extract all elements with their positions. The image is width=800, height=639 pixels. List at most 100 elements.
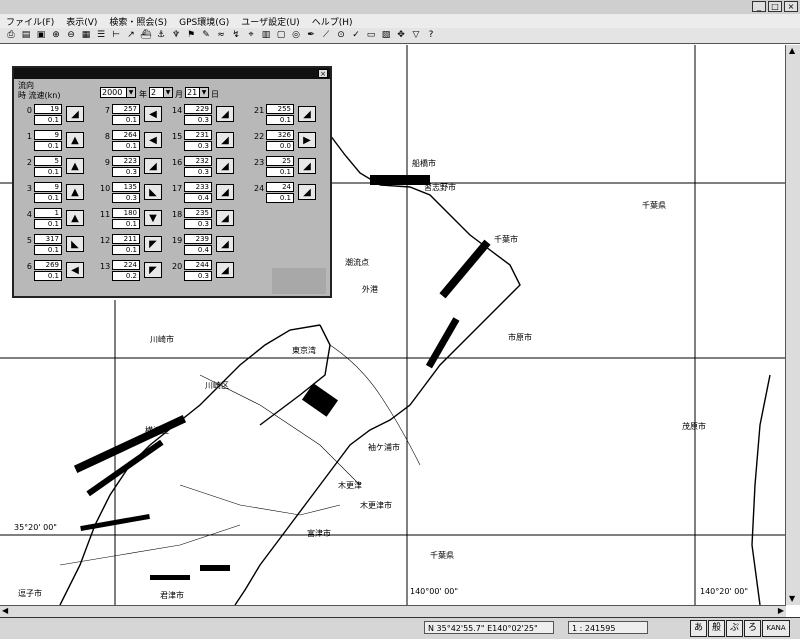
direction-field[interactable]: 223 — [112, 156, 140, 166]
direction-field[interactable]: 239 — [184, 234, 212, 244]
direction-field[interactable]: 180 — [112, 208, 140, 218]
direction-field[interactable]: 269 — [34, 260, 62, 270]
info-icon[interactable]: ? — [424, 29, 438, 42]
speed-field[interactable]: 0.1 — [34, 219, 62, 229]
direction-field[interactable]: 24 — [266, 182, 294, 192]
speed-field[interactable]: 0.4 — [184, 245, 212, 255]
check-icon[interactable]: ✓ — [349, 29, 363, 42]
speed-field[interactable]: 0.4 — [184, 193, 212, 203]
current-arrow-icon[interactable]: ◀ — [144, 132, 162, 148]
direction-field[interactable]: 255 — [266, 104, 294, 114]
speed-field[interactable]: 0.1 — [34, 271, 62, 281]
year-select[interactable]: 2000 ▼ — [100, 87, 136, 98]
current-arrow-icon[interactable]: ◤ — [144, 236, 162, 252]
window-icon[interactable]: ▭ — [364, 29, 378, 42]
current-arrow-icon[interactable]: ▲ — [66, 184, 84, 200]
speed-field[interactable]: 0.1 — [266, 115, 294, 125]
speed-field[interactable]: 0.1 — [34, 193, 62, 203]
open-icon[interactable]: ▤ — [19, 29, 33, 42]
chevron-down-icon[interactable]: ▼ — [199, 88, 208, 97]
target-icon[interactable]: ◎ — [289, 29, 303, 42]
direction-field[interactable]: 235 — [184, 208, 212, 218]
speed-field[interactable]: 0.2 — [112, 271, 140, 281]
direction-field[interactable]: 211 — [112, 234, 140, 244]
flag-icon[interactable]: ⚑ — [184, 29, 198, 42]
scroll-down-icon[interactable]: ▼ — [789, 594, 795, 604]
menu-gps[interactable]: GPS環境(G) — [179, 15, 229, 28]
save-icon[interactable]: ▣ — [34, 29, 48, 42]
speed-field[interactable]: 0.3 — [184, 141, 212, 151]
current-arrow-icon[interactable]: ◢ — [216, 262, 234, 278]
page-icon[interactable]: ▥ — [259, 29, 273, 42]
close-button[interactable]: × — [784, 1, 798, 12]
current-arrow-icon[interactable]: ▲ — [66, 132, 84, 148]
speed-field[interactable]: 0.1 — [34, 141, 62, 151]
current-arrow-icon[interactable]: ◢ — [216, 184, 234, 200]
speed-field[interactable]: 0.3 — [184, 271, 212, 281]
grid-icon[interactable]: ▦ — [79, 29, 93, 42]
speed-field[interactable]: 0.3 — [184, 167, 212, 177]
current-arrow-icon[interactable]: ◣ — [144, 184, 162, 200]
speed-field[interactable]: 0.1 — [34, 167, 62, 177]
current-arrow-icon[interactable]: ◢ — [298, 184, 316, 200]
current-arrow-icon[interactable]: ◣ — [66, 236, 84, 252]
current-arrow-icon[interactable]: ◢ — [66, 106, 84, 122]
buoy-icon[interactable]: ♆ — [169, 29, 183, 42]
speed-field[interactable]: 0.1 — [266, 167, 294, 177]
direction-field[interactable]: 326 — [266, 130, 294, 140]
scroll-left-icon[interactable]: ◀ — [2, 606, 8, 616]
menu-help[interactable]: ヘルプ(H) — [312, 15, 353, 28]
menu-view[interactable]: 表示(V) — [66, 15, 97, 28]
filter-icon[interactable]: ▽ — [409, 29, 423, 42]
pen-icon[interactable]: ✒ — [304, 29, 318, 42]
month-select[interactable]: 2 ▼ — [149, 87, 173, 98]
speed-field[interactable]: 0.3 — [112, 193, 140, 203]
direction-field[interactable]: 317 — [34, 234, 62, 244]
current-arrow-icon[interactable]: ◢ — [144, 158, 162, 174]
ime-kana-button[interactable]: KANA — [762, 620, 790, 637]
direction-field[interactable]: 135 — [112, 182, 140, 192]
direction-field[interactable]: 9 — [34, 182, 62, 192]
speed-field[interactable]: 0.3 — [184, 219, 212, 229]
current-arrow-icon[interactable]: ▲ — [66, 158, 84, 174]
ime-mode-button[interactable]: あ — [690, 620, 707, 637]
line-icon[interactable]: ⟋ — [319, 29, 333, 42]
chevron-down-icon[interactable]: ▼ — [126, 88, 135, 97]
direction-field[interactable]: 1 — [34, 208, 62, 218]
speed-field[interactable]: 0.1 — [112, 141, 140, 151]
point-icon[interactable]: ⊙ — [334, 29, 348, 42]
direction-field[interactable]: 9 — [34, 130, 62, 140]
scroll-right-icon[interactable]: ▶ — [778, 606, 784, 616]
layer-icon[interactable]: ☰ — [94, 29, 108, 42]
current-arrow-icon[interactable]: ◢ — [298, 106, 316, 122]
speed-field[interactable]: 0.0 — [266, 141, 294, 151]
speed-field[interactable]: 0.1 — [266, 193, 294, 203]
dialog-close-button[interactable]: × — [318, 69, 328, 78]
direction-field[interactable]: 257 — [112, 104, 140, 114]
current-icon[interactable]: ↯ — [229, 29, 243, 42]
chevron-down-icon[interactable]: ▼ — [163, 88, 172, 97]
current-arrow-icon[interactable]: ▲ — [66, 210, 84, 226]
vertical-scrollbar[interactable]: ▲ ▼ — [785, 45, 800, 605]
direction-field[interactable]: 5 — [34, 156, 62, 166]
speed-field[interactable]: 0.1 — [34, 115, 62, 125]
scroll-up-icon[interactable]: ▲ — [789, 46, 795, 56]
menu-file[interactable]: ファイル(F) — [6, 15, 54, 28]
current-arrow-icon[interactable]: ◤ — [144, 262, 162, 278]
speed-field[interactable]: 0.1 — [112, 219, 140, 229]
direction-field[interactable]: 229 — [184, 104, 212, 114]
current-arrow-icon[interactable]: ◢ — [216, 210, 234, 226]
current-arrow-icon[interactable]: ◢ — [216, 132, 234, 148]
print-icon[interactable]: ⎙ — [4, 29, 18, 42]
menu-search[interactable]: 検索・照会(S) — [109, 15, 167, 28]
current-arrow-icon[interactable]: ◀ — [144, 106, 162, 122]
day-select[interactable]: 21 ▼ — [185, 87, 209, 98]
marker-icon[interactable]: ⌖ — [244, 29, 258, 42]
ime-dictionary-button[interactable]: ろ — [744, 620, 761, 637]
minimize-button[interactable]: _ — [752, 1, 766, 12]
measure-icon[interactable]: ⊢ — [109, 29, 123, 42]
direction-field[interactable]: 19 — [34, 104, 62, 114]
chart-icon[interactable]: ▧ — [379, 29, 393, 42]
zoom-out-icon[interactable]: ⊖ — [64, 29, 78, 42]
ime-conversion-button[interactable]: 般 — [708, 620, 725, 637]
